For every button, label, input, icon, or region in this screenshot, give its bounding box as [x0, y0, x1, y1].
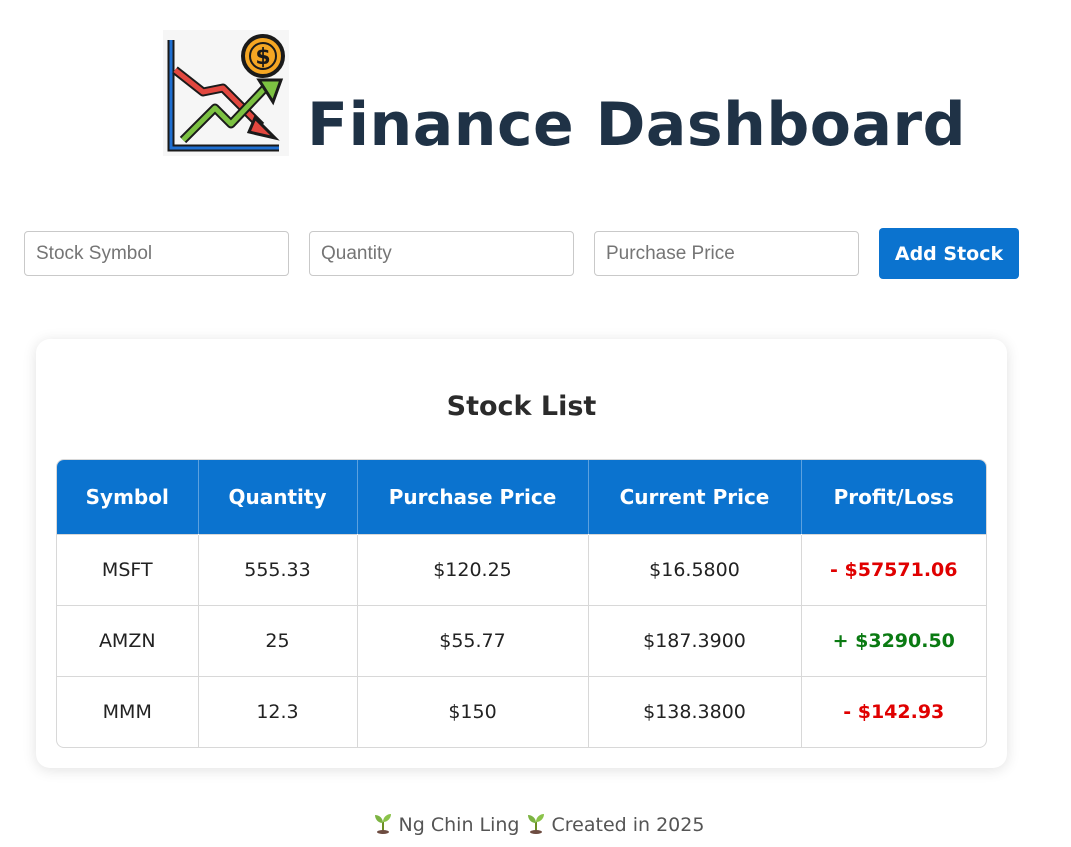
purchase-price-input[interactable]	[594, 231, 859, 276]
page-header: $ Finance Dashboard	[163, 30, 966, 160]
column-header-quantity: Quantity	[198, 460, 358, 534]
stock-symbol-input[interactable]	[24, 231, 289, 276]
page-title: Finance Dashboard	[307, 90, 967, 160]
stock-table: Symbol Quantity Purchase Price Current P…	[57, 460, 986, 747]
cell-symbol: AMZN	[57, 604, 199, 676]
stock-list-title: Stock List	[446, 391, 597, 422]
cell-purchase-price: $55.77	[357, 604, 589, 676]
seedling-icon	[374, 814, 391, 834]
page-footer: Ng Chin Ling Created in 2025	[0, 812, 1071, 836]
table-row: MMM 12.3 $150 $138.3800 - $142.93	[57, 675, 986, 747]
stock-list-card: Stock List Symbol Quantity Purchase Pric…	[36, 339, 1007, 768]
footer-created: Created in 2025	[551, 814, 705, 836]
cell-quantity: 12.3	[198, 675, 358, 747]
cell-purchase-price: $120.25	[357, 533, 589, 605]
cell-current-price: $187.3900	[588, 604, 802, 676]
column-header-profit-loss: Profit/Loss	[801, 460, 986, 534]
cell-profit-loss: - $57571.06	[801, 533, 986, 605]
column-header-symbol: Symbol	[57, 460, 199, 534]
add-stock-button[interactable]: Add Stock	[879, 228, 1019, 279]
cell-symbol: MMM	[57, 675, 199, 747]
stock-table-container: Symbol Quantity Purchase Price Current P…	[56, 459, 987, 748]
add-stock-form: Add Stock	[24, 228, 1019, 279]
cell-profit-loss: - $142.93	[801, 675, 986, 747]
cell-profit-loss: + $3290.50	[801, 604, 986, 676]
column-header-purchase-price: Purchase Price	[357, 460, 589, 534]
seedling-icon	[527, 814, 544, 834]
table-row: MSFT 555.33 $120.25 $16.5800 - $57571.06	[57, 533, 986, 605]
cell-quantity: 555.33	[198, 533, 358, 605]
cell-symbol: MSFT	[57, 533, 199, 605]
finance-chart-icon: $	[163, 30, 289, 156]
quantity-input[interactable]	[309, 231, 574, 276]
cell-current-price: $16.5800	[588, 533, 802, 605]
table-row: AMZN 25 $55.77 $187.3900 + $3290.50	[57, 604, 986, 676]
footer-author: Ng Chin Ling	[398, 814, 520, 836]
svg-text:$: $	[255, 45, 270, 70]
cell-quantity: 25	[198, 604, 358, 676]
cell-current-price: $138.3800	[588, 675, 802, 747]
cell-purchase-price: $150	[357, 675, 589, 747]
table-header-row: Symbol Quantity Purchase Price Current P…	[57, 460, 986, 534]
column-header-current-price: Current Price	[588, 460, 802, 534]
